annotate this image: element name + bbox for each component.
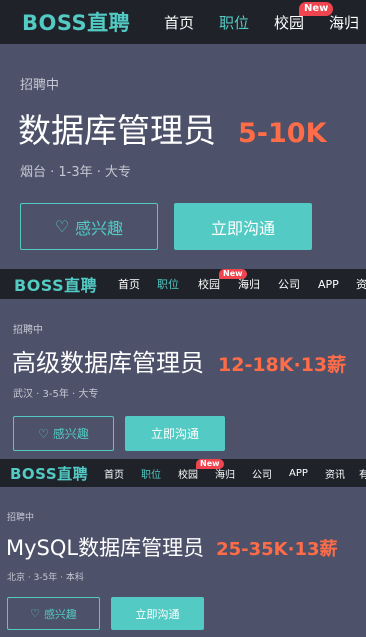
new-badge: New [299,2,334,16]
job-meta: 烟台 · 1-3年 · 大专 [20,165,132,180]
job-header-section: 招聘中 数据库管理员 5-10K 烟台 · 1-3年 · 大专 ♡ 感兴趣 立即… [0,44,366,269]
heart-outline-icon: ♡ [38,426,49,441]
interest-button[interactable]: ♡ 感兴趣 [13,416,114,451]
heart-outline-icon: ♡ [30,607,40,620]
nav-item-company[interactable]: 公司 [278,276,300,292]
title-row: 数据库管理员 5-10K [18,104,327,152]
nav-item-more[interactable]: 有 [359,466,366,481]
nav-item-home[interactable]: 首页 [104,466,124,481]
contact-button[interactable]: 立即沟通 [111,597,204,630]
contact-button[interactable]: 立即沟通 [174,203,312,250]
nav-item-overseas[interactable]: 海归 [329,12,359,33]
top-nav: BOSS直聘 首页 职位 校园 海归 公司 APP 资讯 有 New [0,459,366,487]
job-detail-collage: BOSS直聘 首页 职位 校园 海归 New 招聘中 数据库管理员 5-10K … [0,0,366,637]
nav-item-jobs[interactable]: 职位 [141,466,161,481]
title-row: MySQL数据库管理员 25-35K·13薪 [6,532,338,562]
job-status: 招聘中 [13,325,43,336]
boss-logo[interactable]: BOSS直聘 [14,272,97,296]
salary: 12-18K·13薪 [218,354,347,376]
contact-label: 立即沟通 [210,218,275,238]
job-title: 高级数据库管理员 [12,349,204,377]
contact-label: 立即沟通 [150,427,199,441]
interest-label: 感兴趣 [52,427,89,441]
job-header-section: 招聘中 MySQL数据库管理员 25-35K·13薪 北京 · 3-5年 · 本… [0,487,366,637]
nav-item-news[interactable]: 资 [356,276,366,292]
top-nav: BOSS直聘 首页 职位 校园 海归 New [0,0,366,44]
nav-item-home[interactable]: 首页 [164,12,194,33]
nav-item-campus[interactable]: 校园 [178,466,198,481]
contact-label: 立即沟通 [135,607,180,621]
job-meta: 北京 · 3-5年 · 本科 [7,573,84,583]
nav-item-campus[interactable]: 校园 [198,276,220,292]
nav-item-app[interactable]: APP [289,468,308,479]
interest-button[interactable]: ♡ 感兴趣 [7,597,100,630]
heart-outline-icon: ♡ [54,216,70,236]
title-row: 高级数据库管理员 12-18K·13薪 [12,343,346,378]
interest-button[interactable]: ♡ 感兴趣 [20,203,158,250]
job-status: 招聘中 [7,513,35,523]
nav-item-home[interactable]: 首页 [118,276,140,292]
nav-item-news[interactable]: 资讯 [325,466,345,481]
job-title: 数据库管理员 [18,111,216,150]
nav-item-jobs[interactable]: 职位 [219,12,249,33]
job-status: 招聘中 [20,78,60,93]
salary: 5-10K [238,118,327,149]
job-header-section: 招聘中 高级数据库管理员 12-18K·13薪 武汉 · 3-5年 · 大专 ♡… [0,299,366,459]
boss-logo[interactable]: BOSS直聘 [22,7,130,37]
nav-item-app[interactable]: APP [318,278,339,291]
boss-logo[interactable]: BOSS直聘 [10,463,88,484]
nav-item-company[interactable]: 公司 [252,466,272,481]
job-meta: 武汉 · 3-5年 · 大专 [13,389,99,400]
top-nav: BOSS直聘 首页 职位 校园 海归 公司 APP 资 New [0,269,366,299]
contact-button[interactable]: 立即沟通 [125,416,225,451]
new-badge: New [196,459,224,469]
interest-label: 感兴趣 [75,218,124,238]
nav-item-jobs[interactable]: 职位 [157,276,179,292]
salary: 25-35K·13薪 [216,539,338,560]
new-badge: New [219,269,247,279]
job-title: MySQL数据库管理员 [6,536,205,560]
interest-label: 感兴趣 [43,607,77,621]
